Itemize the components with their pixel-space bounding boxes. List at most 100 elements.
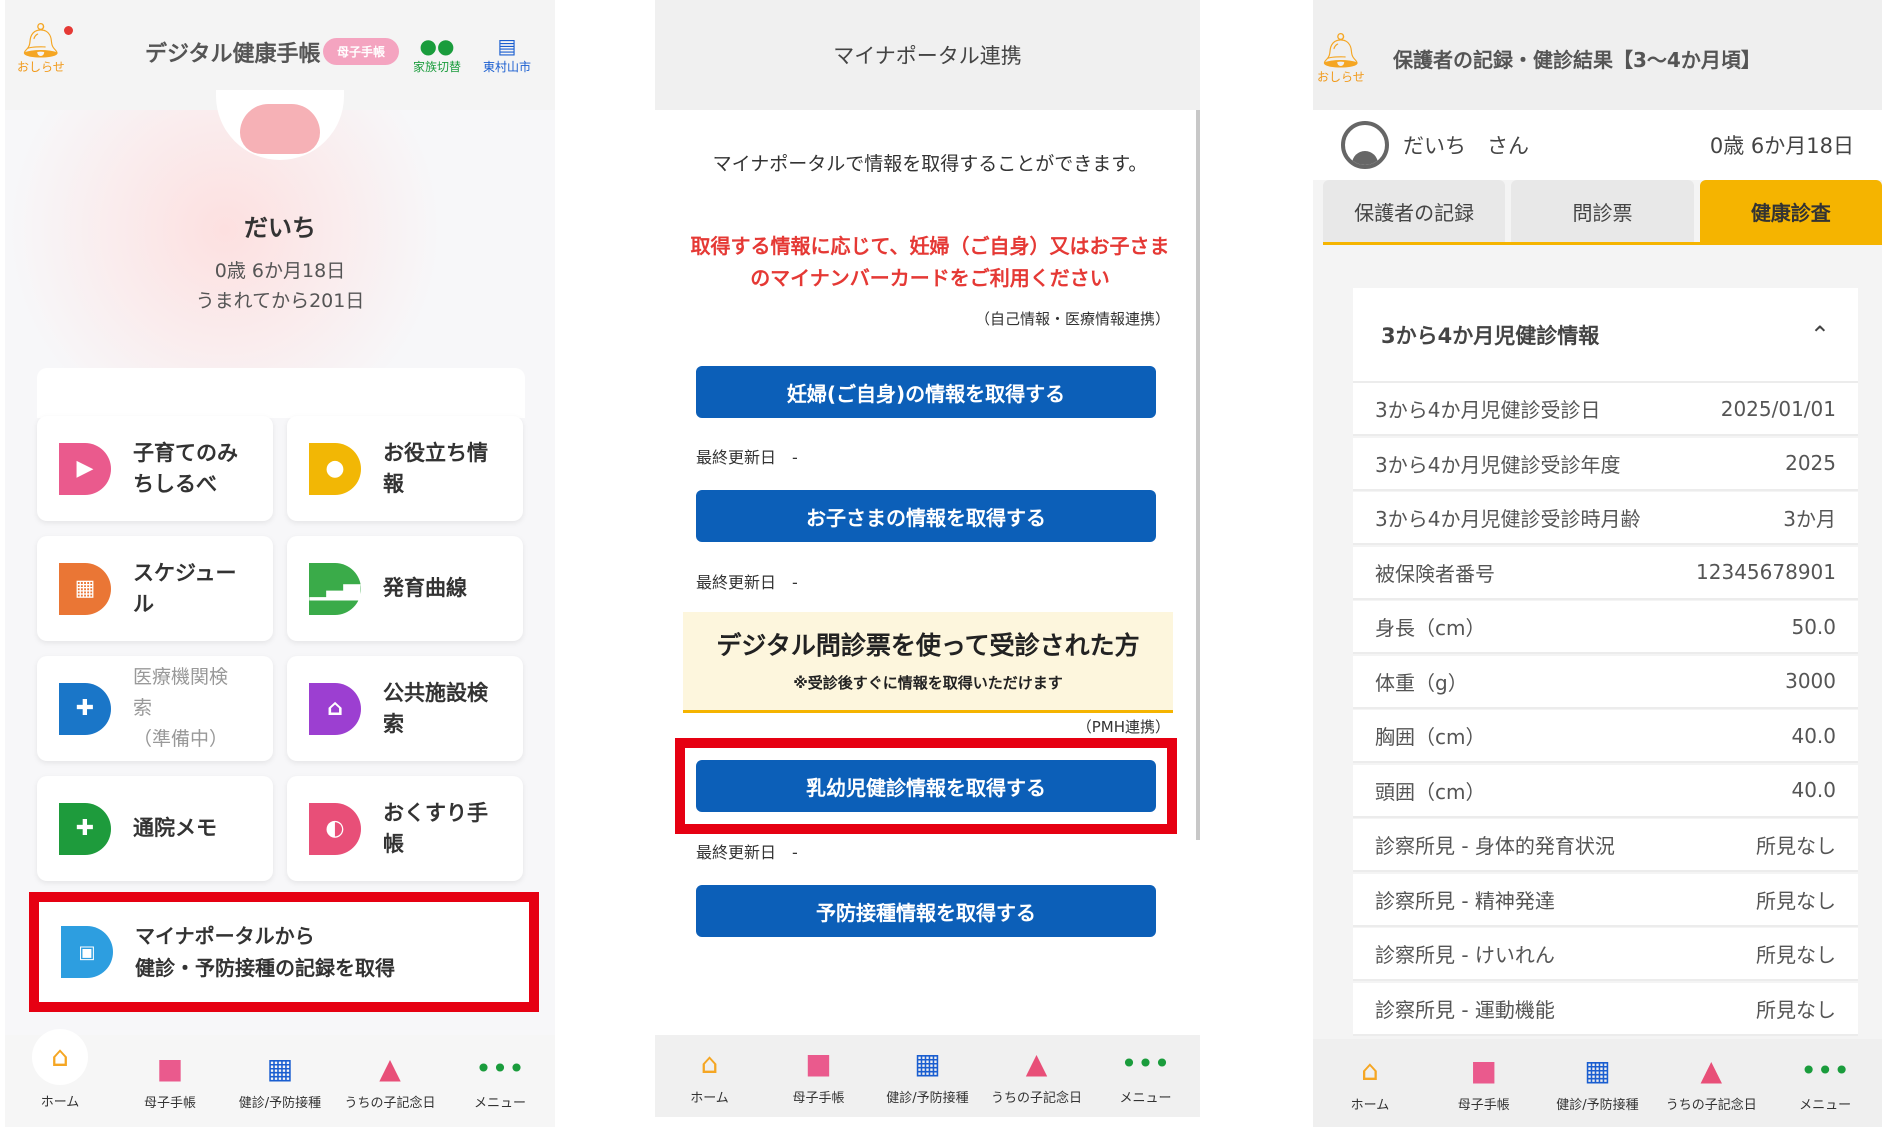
row-value: 2025/01/01 — [1720, 396, 1836, 421]
menu-tile[interactable]: ✚ 通院メモ — [37, 776, 273, 881]
menu-tile-label: スケジュー ル — [133, 560, 237, 616]
row-value: 所見なし — [1756, 943, 1836, 967]
home-icon: ⌂ — [700, 1047, 719, 1080]
nav-boshi[interactable]: ■ 母子手帳 — [764, 1047, 873, 1106]
get-vaccine-info-button[interactable]: 予防接種情報を取得する — [696, 885, 1156, 937]
city-button[interactable]: ▤ 東村山市 — [483, 34, 531, 75]
nav-anniversary[interactable]: ▲ うちの子記念日 — [1654, 1054, 1768, 1113]
child-age: 0歳 6か月18日 — [214, 260, 346, 282]
days-since-birth: うまれてから201日 — [195, 290, 365, 312]
more-icon: ••• — [1800, 1054, 1850, 1087]
nav-anniversary[interactable]: ▲ うちの子記念日 — [335, 1052, 445, 1111]
table-row: 身長（cm） 50.0 — [1353, 601, 1858, 654]
nav-checkup-label: 健診/予防接種 — [1556, 1097, 1639, 1113]
menu-tile[interactable]: ✚ 医療機関検 索 （準備中） — [37, 656, 273, 761]
lightbulb-icon: ● — [309, 442, 361, 495]
hospital-icon: ✚ — [59, 682, 111, 735]
nav-menu-label: メニュー — [473, 1095, 526, 1111]
results-tabs: 保護者の記録 問診票 健康診査 — [1323, 180, 1882, 245]
home-icon: ⌂ — [32, 1028, 88, 1085]
menu-tile[interactable]: ▶ 子育てのみ ちしるべ — [37, 416, 273, 521]
city-label: 東村山市 — [483, 60, 532, 74]
nav-home[interactable]: ⌂ ホーム — [1313, 1054, 1427, 1113]
row-value: 3000 — [1785, 669, 1836, 693]
section-title: 3から4か月児健診情報 — [1381, 323, 1600, 348]
menu-tile[interactable]: ◐ おくすり手 帳 — [287, 776, 523, 881]
nav-boshi-label: 母子手帳 — [792, 1090, 845, 1106]
row-value: 50.0 — [1791, 614, 1836, 639]
child-last-updated: 最終更新日 - — [696, 573, 798, 592]
nav-boshi[interactable]: ■ 母子手帳 — [115, 1052, 225, 1111]
nav-anniversary-label: うちの子記念日 — [344, 1095, 436, 1111]
table-row: 診察所見 - 運動機能 所見なし — [1353, 982, 1858, 1036]
notification-button[interactable]: 🔔︎ おしらせ — [17, 24, 73, 75]
digital-title: デジタル問診票を使って受診された方 — [716, 631, 1140, 660]
section-header[interactable]: 3から4か月児健診情報 ⌃ — [1353, 288, 1858, 383]
nav-boshi[interactable]: ■ 母子手帳 — [1427, 1054, 1541, 1113]
cake-icon: ▲ — [1025, 1047, 1048, 1080]
row-label: 診察所見 - けいれん — [1375, 943, 1555, 967]
nav-home[interactable]: ⌂ ホーム — [655, 1047, 764, 1106]
nav-checkup[interactable]: ▦ 健診/予防接種 — [873, 1047, 982, 1106]
avatar[interactable] — [216, 90, 344, 160]
menu-tile-label: 発育曲線 — [383, 576, 467, 600]
row-value: 12345678901 — [1696, 560, 1836, 584]
table-row: 頭囲（cm） 40.0 — [1353, 764, 1858, 818]
mynaportal-screen: マイナポータル連携 マイナポータルで情報を取得することができます。 取得する情報… — [655, 0, 1200, 1127]
menu-tile[interactable]: ▦ スケジュー ル — [37, 536, 273, 641]
menu-tile[interactable]: ● お役立ち情 報 — [287, 416, 523, 521]
nav-home-label: ホーム — [40, 1094, 80, 1110]
map-icon: ▤ — [497, 34, 517, 58]
notebook-icon: ■ — [805, 1047, 832, 1080]
mynaportal-tile-line1: マイナポータルから — [135, 924, 315, 948]
more-icon: ••• — [475, 1052, 525, 1085]
notification-button[interactable]: 🔔︎ おしらせ — [1317, 34, 1365, 85]
nav-checkup[interactable]: ▦ 健診/予防接種 — [1541, 1054, 1655, 1113]
nav-checkup[interactable]: ▦ 健診/予防接種 — [225, 1052, 335, 1111]
nav-anniversary[interactable]: ▲ うちの子記念日 — [982, 1047, 1091, 1106]
menu-tile-label: おくすり手 帳 — [383, 800, 488, 856]
nav-menu[interactable]: ••• メニュー — [1091, 1047, 1200, 1106]
digital-questionnaire-banner: デジタル問診票を使って受診された方 ※受診後すぐに情報を取得いただけます — [683, 612, 1173, 713]
id-card-icon: ▣ — [61, 926, 113, 978]
mynaportal-header: マイナポータル連携 — [655, 0, 1200, 110]
table-row: 3から4か月児健診受診年度 2025 — [1353, 437, 1858, 491]
row-value: 所見なし — [1756, 888, 1836, 913]
scrollbar[interactable] — [1196, 110, 1200, 840]
nav-checkup-label: 健診/予防接種 — [238, 1095, 322, 1111]
chevron-up-icon[interactable]: ⌃ — [1810, 321, 1830, 349]
row-label: 3から4か月児健診受診時月齢 — [1375, 507, 1641, 531]
table-row: 3から4か月児健診受診時月齢 3か月 — [1353, 492, 1858, 545]
nav-home-label: ホーム — [1350, 1097, 1390, 1113]
house-icon: ⌂ — [309, 682, 361, 735]
child-name: だいち — [244, 214, 316, 242]
nav-anniversary-label: うちの子記念日 — [990, 1090, 1082, 1106]
get-child-info-button[interactable]: お子さまの情報を取得する — [696, 490, 1156, 542]
bar-chart-icon: ▁▃▅ — [309, 562, 361, 615]
nav-menu[interactable]: ••• メニュー — [445, 1052, 555, 1111]
profile-area: だいち 0歳 6か月18日 うまれてから201日 — [5, 90, 555, 370]
nav-home[interactable]: ⌂ ホーム — [5, 1028, 115, 1110]
tab-questionnaire[interactable]: 問診票 — [1511, 180, 1694, 242]
nav-menu[interactable]: ••• メニュー — [1768, 1054, 1882, 1113]
title-badge: 母子手帳 — [323, 38, 400, 65]
row-label: 診察所見 - 精神発達 — [1375, 888, 1555, 913]
row-label: 頭囲（cm） — [1375, 779, 1486, 804]
home-icon: ⌂ — [1361, 1054, 1379, 1087]
get-infant-checkup-button[interactable]: 乳幼児健診情報を取得する — [696, 760, 1156, 812]
menu-tile[interactable]: ▁▃▅ 発育曲線 — [287, 536, 523, 641]
more-icon: ••• — [1120, 1047, 1171, 1080]
mynaportal-tile[interactable]: ▣ マイナポータルから 健診・予防接種の記録を取得 — [29, 892, 539, 1012]
tab-guardian-record[interactable]: 保護者の記録 — [1323, 180, 1506, 242]
bell-icon: 🔔︎ — [1319, 31, 1363, 71]
table-row: 診察所見 - 身体的発育状況 所見なし — [1353, 819, 1858, 872]
notification-label: おしらせ — [17, 60, 65, 74]
menu-tile[interactable]: ⌂ 公共施設検 索 — [287, 656, 523, 761]
row-value: 所見なし — [1756, 997, 1836, 1022]
tab-health-checkup[interactable]: 健康診査 — [1699, 180, 1882, 242]
megaphone-icon: ▶ — [59, 442, 111, 495]
family-switch-button[interactable]: ●● 家族切替 — [413, 34, 461, 75]
get-mother-info-button[interactable]: 妊婦(ご自身)の情報を取得する — [696, 366, 1156, 418]
calendar-icon: ▦ — [1584, 1054, 1611, 1087]
row-value: 40.0 — [1791, 723, 1836, 748]
